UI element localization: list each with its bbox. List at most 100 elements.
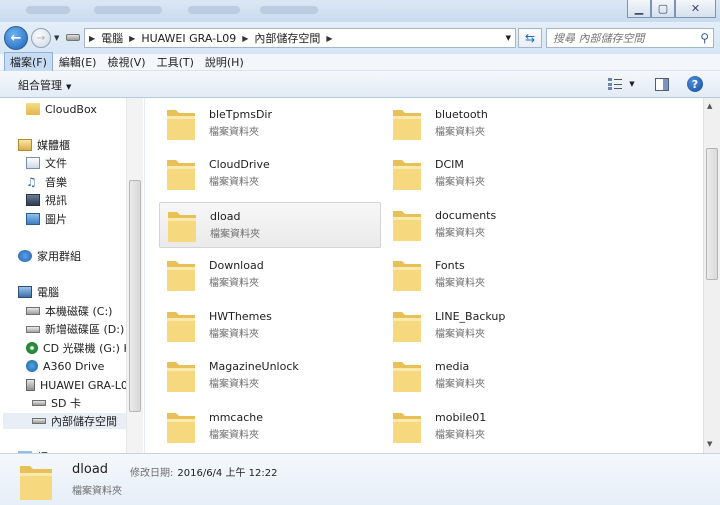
a360-drive-icon	[26, 360, 38, 372]
nav-item-label: 圖片	[45, 213, 67, 226]
folder-icon	[393, 211, 421, 241]
recent-pages-dropdown[interactable]: ▼	[54, 34, 59, 42]
nav-item-documents[interactable]: 文件	[26, 155, 67, 171]
preview-pane-button[interactable]	[652, 76, 672, 92]
folder-tile-media[interactable]: media 檔案資料夾	[385, 353, 607, 399]
refresh-button[interactable]: ⇆	[518, 28, 542, 48]
nav-item-libraries[interactable]: 媒體櫃	[18, 137, 70, 153]
nav-item-videos[interactable]: 視訊	[26, 192, 67, 208]
nav-item-a360-drive[interactable]: A360 Drive	[26, 358, 104, 374]
menu-file[interactable]: 檔案(F)	[4, 52, 53, 72]
internal-storage-icon	[32, 418, 46, 424]
minimize-button[interactable]: ▁	[627, 0, 651, 18]
folder-type: 檔案資料夾	[209, 430, 259, 441]
nav-item-label: 內部儲存空間	[51, 415, 117, 428]
folder-name: Fonts	[435, 259, 465, 272]
breadcrumb-separator[interactable]: ▶	[129, 34, 135, 43]
folder-type: 檔案資料夾	[209, 379, 259, 390]
folder-icon	[167, 110, 195, 140]
maximize-button[interactable]: ▢	[651, 0, 675, 18]
folder-tile-download[interactable]: Download 檔案資料夾	[159, 252, 381, 298]
breadcrumb-separator: ▶	[89, 33, 96, 43]
nav-item-internal-storage[interactable]: 內部儲存空間	[3, 413, 126, 429]
folder-tile-mobile01[interactable]: mobile01 檔案資料夾	[385, 404, 607, 450]
folder-type: 檔案資料夾	[435, 278, 485, 289]
menu-tools[interactable]: 工具(T)	[152, 53, 199, 71]
folder-icon	[393, 160, 421, 190]
help-button[interactable]: ?	[686, 76, 704, 92]
nav-item-cd-drive[interactable]: CD 光碟機 (G:) Hi	[26, 340, 135, 356]
maximize-icon: ▢	[657, 2, 669, 15]
back-button[interactable]: ←	[4, 26, 28, 50]
folder-icon	[168, 212, 196, 242]
nav-item-label: SD 卡	[51, 397, 81, 410]
folder-icon	[167, 312, 195, 342]
nav-item-homegroup[interactable]: 家用群組	[18, 248, 81, 264]
nav-item-label: 新增磁碟區 (D:)	[45, 323, 125, 336]
documents-icon	[26, 157, 40, 169]
close-button[interactable]: ✕	[675, 0, 716, 18]
nav-item-cloudbox[interactable]: CloudBox	[26, 101, 97, 117]
folder-tile-bletpmsdir[interactable]: bleTpmsDir 檔案資料夾	[159, 101, 381, 147]
folder-tile-bluetooth[interactable]: bluetooth 檔案資料夾	[385, 101, 607, 147]
menu-view[interactable]: 檢視(V)	[102, 53, 150, 71]
nav-item-label: CD 光碟機 (G:) Hi	[43, 342, 135, 355]
folder-tile-fonts[interactable]: Fonts 檔案資料夾	[385, 252, 607, 298]
phone-device-icon	[26, 379, 35, 391]
folder-tile-mmcache[interactable]: mmcache 檔案資料夾	[159, 404, 381, 450]
scroll-down-icon[interactable]: ▼	[707, 440, 712, 448]
folder-type: 檔案資料夾	[435, 430, 485, 441]
nav-item-label: CloudBox	[45, 102, 97, 116]
drive-icon	[66, 34, 80, 41]
scroll-up-icon[interactable]: ▲	[707, 102, 712, 110]
folder-icon	[167, 413, 195, 443]
folder-name: MagazineUnlock	[209, 360, 299, 373]
breadcrumb-separator[interactable]: ▶	[326, 34, 332, 43]
breadcrumb-device[interactable]: HUAWEI GRA-L09	[141, 32, 236, 45]
back-arrow-icon: ←	[10, 30, 22, 46]
navigation-pane-scrollbar[interactable]	[126, 98, 143, 453]
folder-tile-dcim[interactable]: DCIM 檔案資料夾	[385, 151, 607, 197]
search-input[interactable]	[553, 31, 693, 45]
folder-tile-magazineunlock[interactable]: MagazineUnlock 檔案資料夾	[159, 353, 381, 399]
folder-tile-hwthemes[interactable]: HWThemes 檔案資料夾	[159, 303, 381, 349]
blurred-tab	[260, 6, 318, 14]
nav-item-label: 視訊	[45, 194, 67, 207]
nav-item-huawei-device[interactable]: HUAWEI GRA-L0	[26, 377, 128, 393]
forward-button[interactable]: →	[31, 28, 51, 48]
change-view-button[interactable]: ▼	[606, 76, 636, 92]
folder-tile-dload[interactable]: dload 檔案資料夾	[159, 202, 381, 248]
menu-help[interactable]: 說明(H)	[200, 53, 249, 71]
folder-tile-line-backup[interactable]: LINE_Backup 檔案資料夾	[385, 303, 607, 349]
folder-tile-documents[interactable]: documents 檔案資料夾	[385, 202, 607, 248]
folder-name: HWThemes	[209, 310, 272, 323]
nav-item-music[interactable]: ♫ 音樂	[26, 174, 67, 190]
address-dropdown-icon[interactable]: ▼	[506, 34, 511, 42]
breadcrumb-internal-storage[interactable]: 內部儲存空間	[254, 30, 320, 46]
folder-icon	[167, 261, 195, 291]
breadcrumb-separator[interactable]: ▶	[242, 34, 248, 43]
command-bar: 組合管理 ▼ ▼ ?	[0, 71, 720, 98]
nav-item-label: 本機磁碟 (C:)	[45, 305, 113, 318]
organize-button[interactable]: 組合管理 ▼	[18, 77, 71, 93]
folder-tile-clouddrive[interactable]: CloudDrive 檔案資料夾	[159, 151, 381, 197]
nav-item-local-disk-c[interactable]: 本機磁碟 (C:)	[26, 303, 112, 319]
file-list-scrollbar[interactable]: ▲ ▼	[703, 98, 720, 453]
nav-item-computer[interactable]: 電腦	[18, 284, 59, 300]
folder-name: LINE_Backup	[435, 310, 506, 323]
address-bar[interactable]: ▶ 電腦 ▶ HUAWEI GRA-L09 ▶ 內部儲存空間 ▶ ▼	[84, 28, 516, 48]
folder-name: bluetooth	[435, 108, 488, 121]
search-box[interactable]: ⚲	[546, 28, 714, 48]
nav-item-pictures[interactable]: 圖片	[26, 211, 67, 227]
search-icon[interactable]: ⚲	[700, 31, 709, 45]
menu-edit[interactable]: 編輯(E)	[54, 53, 102, 71]
scrollbar-thumb[interactable]	[706, 148, 718, 280]
breadcrumb-computer[interactable]: 電腦	[101, 30, 123, 46]
computer-icon	[18, 286, 32, 298]
nav-item-volume-d[interactable]: 新增磁碟區 (D:)	[26, 321, 124, 337]
blurred-tab	[188, 6, 240, 14]
scrollbar-thumb[interactable]	[129, 180, 141, 412]
title-bar: ▁ ▢ ✕	[0, 0, 720, 22]
file-list: bleTpmsDir 檔案資料夾 bluetooth 檔案資料夾 CloudDr…	[144, 98, 704, 453]
nav-item-sd-card[interactable]: SD 卡	[32, 395, 81, 411]
